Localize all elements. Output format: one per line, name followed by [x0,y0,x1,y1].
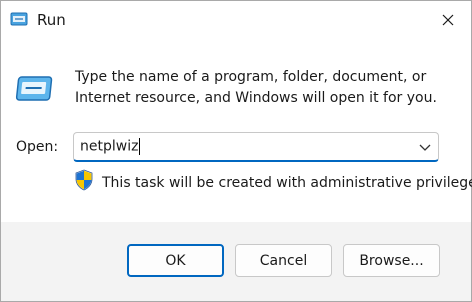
admin-privileges-note: This task will be created with administr… [102,175,472,191]
dialog-description: Type the name of a program, folder, docu… [75,69,437,106]
uac-shield-icon [75,169,93,191]
title-bar[interactable]: Run [1,1,471,39]
run-icon [10,12,28,26]
open-input-value: netplwiz [80,138,139,155]
text-caret [139,138,141,155]
open-input[interactable]: netplwiz [80,138,141,156]
chevron-down-icon[interactable] [418,140,432,154]
open-label: Open: [16,139,59,155]
browse-button[interactable]: Browse... [343,244,440,277]
open-combobox[interactable]: netplwiz [73,132,439,162]
run-dialog: Run Type the name of a program, folder, … [0,0,472,302]
close-icon [442,14,454,26]
cancel-button[interactable]: Cancel [235,244,332,277]
close-button[interactable] [435,7,461,33]
ok-button[interactable]: OK [127,244,224,277]
run-icon-large [15,76,53,101]
window-title: Run [37,11,66,29]
